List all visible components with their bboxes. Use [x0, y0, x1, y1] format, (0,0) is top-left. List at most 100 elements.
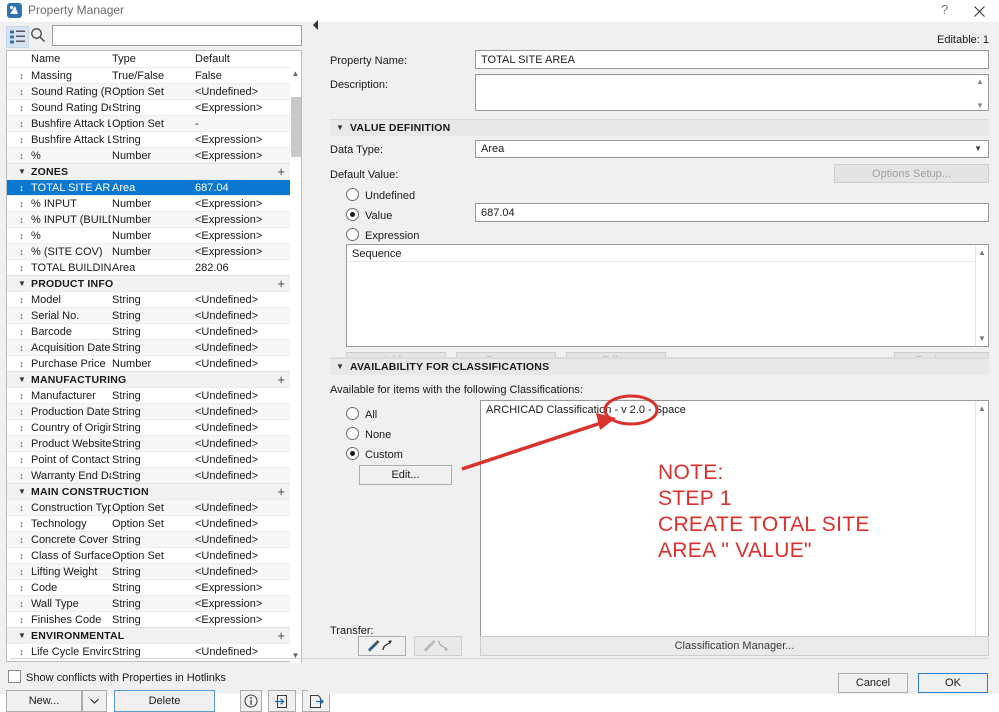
table-row[interactable]: ↕ Sound Rating (R...Option Set <Undefined> — [7, 83, 291, 99]
data-type-select[interactable]: Area ▼ — [475, 140, 989, 158]
table-row[interactable]: ↕% Number <Expression> — [7, 147, 291, 163]
close-button[interactable] — [963, 0, 997, 22]
list-group-header[interactable]: ▼ MAIN CONSTRUCTION + — [7, 483, 291, 499]
delete-button[interactable]: Delete — [114, 690, 215, 712]
add-property-icon[interactable]: + — [277, 484, 285, 500]
drag-handle-icon[interactable]: ↕ — [17, 228, 26, 244]
tree-view-toggle-icon[interactable] — [6, 26, 29, 48]
scroll-up-icon[interactable]: ▲ — [978, 248, 986, 257]
classification-item[interactable]: ARCHICAD Classification - v 2.0 - Space — [486, 404, 686, 416]
drag-handle-icon[interactable]: ↕ — [17, 212, 26, 228]
drag-handle-icon[interactable]: ↕ — [17, 468, 26, 484]
radio-all[interactable]: All — [346, 407, 377, 421]
table-row[interactable]: ↕% Number <Expression> — [7, 227, 291, 243]
table-row[interactable]: ↕ Wall Type String <Expression> — [7, 595, 291, 611]
table-row[interactable]: ↕ Class of Surface Option Set <Undefined> — [7, 547, 291, 563]
drag-handle-icon[interactable]: ↕ — [17, 404, 26, 420]
drag-handle-icon[interactable]: ↕ — [17, 324, 26, 340]
ok-button[interactable]: OK — [918, 673, 988, 693]
table-row[interactable]: ↕ Lifting Weight String <Undefined> — [7, 563, 291, 579]
drag-handle-icon[interactable]: ↕ — [17, 436, 26, 452]
radio-undefined[interactable]: Undefined — [346, 188, 415, 202]
add-property-icon[interactable]: + — [277, 628, 285, 644]
table-row-selected[interactable]: ↕ TOTAL SITE AREAArea 687.04 — [7, 179, 291, 195]
scroll-down-icon[interactable]: ▼ — [978, 334, 986, 343]
value-definition-section-header[interactable]: ▼ VALUE DEFINITION — [330, 119, 989, 136]
table-row[interactable]: ↕ Concrete Cover a...String <Undefined> — [7, 531, 291, 547]
table-row[interactable]: ↕ Country of Origin String <Undefined> — [7, 419, 291, 435]
table-row[interactable]: ↕ Production Date String <Undefined> — [7, 403, 291, 419]
drag-handle-icon[interactable]: ↕ — [17, 244, 26, 260]
drag-handle-icon[interactable]: ↕ — [17, 532, 26, 548]
drag-handle-icon[interactable]: ↕ — [17, 420, 26, 436]
drag-handle-icon[interactable]: ↕ — [17, 564, 26, 580]
hotlinks-conflicts-checkbox[interactable]: Show conflicts with Properties in Hotlin… — [8, 670, 226, 684]
scroll-down-icon[interactable]: ▼ — [976, 101, 984, 110]
table-row[interactable]: ↕ Product Website String <Undefined> — [7, 435, 291, 451]
expression-listbox[interactable]: Sequence ▲ ▼ — [346, 244, 989, 347]
table-row[interactable]: ↕ Point of Contact String <Undefined> — [7, 451, 291, 467]
scroll-down-icon[interactable]: ▼ — [290, 649, 301, 663]
add-property-icon[interactable]: + — [277, 276, 285, 292]
table-row[interactable]: ↕ % INPUT Number <Expression> — [7, 195, 291, 211]
drag-handle-icon[interactable]: ↕ — [17, 180, 26, 196]
drag-handle-icon[interactable]: ↕ — [17, 196, 26, 212]
drag-handle-icon[interactable]: ↕ — [17, 308, 26, 324]
transfer-pick-button[interactable] — [358, 636, 406, 656]
chevron-down-icon[interactable]: ▼ — [18, 164, 26, 180]
availability-edit-button[interactable]: Edit... — [359, 465, 452, 485]
classification-manager-button[interactable]: Classification Manager... — [480, 636, 989, 656]
drag-handle-icon[interactable]: ↕ — [17, 452, 26, 468]
table-row[interactable]: ↕ Warranty End DateString <Undefined> — [7, 467, 291, 483]
chevron-down-icon[interactable]: ▼ — [18, 484, 26, 500]
drag-handle-icon[interactable]: ↕ — [17, 116, 26, 132]
new-dropdown-button[interactable] — [82, 690, 107, 712]
radio-custom[interactable]: Custom — [346, 447, 403, 461]
description-scrollbar[interactable]: ▲ ▼ — [976, 77, 985, 110]
table-row[interactable]: ↕ Acquisition Date String <Undefined> — [7, 339, 291, 355]
drag-handle-icon[interactable]: ↕ — [17, 500, 26, 516]
drag-handle-icon[interactable]: ↕ — [17, 84, 26, 100]
table-row[interactable]: ↕ Finishes Code String <Expression> — [7, 611, 291, 627]
classification-scrollbar[interactable]: ▲ ▼ — [975, 401, 988, 646]
radio-none[interactable]: None — [346, 427, 391, 441]
table-row[interactable]: ↕ Serial No. String <Undefined> — [7, 307, 291, 323]
scrollbar-thumb[interactable] — [291, 97, 301, 157]
drag-handle-icon[interactable]: ↕ — [17, 612, 26, 628]
drag-handle-icon[interactable]: ↕ — [17, 148, 26, 164]
options-setup-button[interactable]: Options Setup... — [834, 164, 989, 183]
radio-value[interactable]: Value — [346, 208, 392, 222]
panel-splitter[interactable] — [308, 22, 320, 694]
list-group-header[interactable]: ▼ PRODUCT INFO + — [7, 275, 291, 291]
checkbox-box[interactable] — [8, 670, 21, 683]
radio-expression[interactable]: Expression — [346, 228, 419, 242]
drag-handle-icon[interactable]: ↕ — [17, 388, 26, 404]
add-property-icon[interactable]: + — [277, 372, 285, 388]
availability-section-header-bar[interactable]: ▼ AVAILABILITY FOR CLASSIFICATIONS — [330, 358, 989, 375]
add-property-icon[interactable]: + — [277, 164, 285, 180]
list-group-header[interactable]: ▼ MANUFACTURING + — [7, 371, 291, 387]
table-row[interactable]: ↕ TOTAL BUILDING ...Area 282.06 — [7, 259, 291, 275]
table-row[interactable]: ↕ % (SITE COV) Number <Expression> — [7, 243, 291, 259]
drag-handle-icon[interactable]: ↕ — [17, 292, 26, 308]
drag-handle-icon[interactable]: ↕ — [17, 548, 26, 564]
drag-handle-icon[interactable]: ↕ — [17, 340, 26, 356]
drag-handle-icon[interactable]: ↕ — [17, 260, 26, 276]
table-row[interactable]: ↕ Purchase Price Number <Undefined> — [7, 355, 291, 371]
table-row[interactable]: ↕Life Cycle Environ...String<Undefined> — [7, 643, 291, 659]
table-row[interactable]: ↕ % INPUT (BUILD) Number <Expression> — [7, 211, 291, 227]
table-row[interactable]: ↕ Barcode String <Undefined> — [7, 323, 291, 339]
chevron-down-icon[interactable]: ▼ — [18, 276, 26, 292]
scroll-up-icon[interactable]: ▲ — [290, 67, 301, 81]
help-button[interactable]: ? — [929, 0, 963, 22]
drag-handle-icon[interactable]: ↕ — [17, 100, 26, 116]
table-row[interactable]: ↕ Technology Option Set <Undefined> — [7, 515, 291, 531]
drag-handle-icon[interactable]: ↕ — [17, 596, 26, 612]
drag-handle-icon[interactable]: ↕ — [17, 356, 26, 372]
drag-handle-icon[interactable]: ↕ — [17, 516, 26, 532]
table-row[interactable]: ↕ Bushfire Attack L...Option Set - — [7, 115, 291, 131]
table-row[interactable]: ↕ Manufacturer String <Undefined> — [7, 387, 291, 403]
description-input[interactable]: ▲ ▼ — [475, 74, 989, 111]
new-button[interactable]: New... — [6, 690, 82, 712]
list-scrollbar[interactable]: ▲ ▼ — [290, 67, 301, 663]
